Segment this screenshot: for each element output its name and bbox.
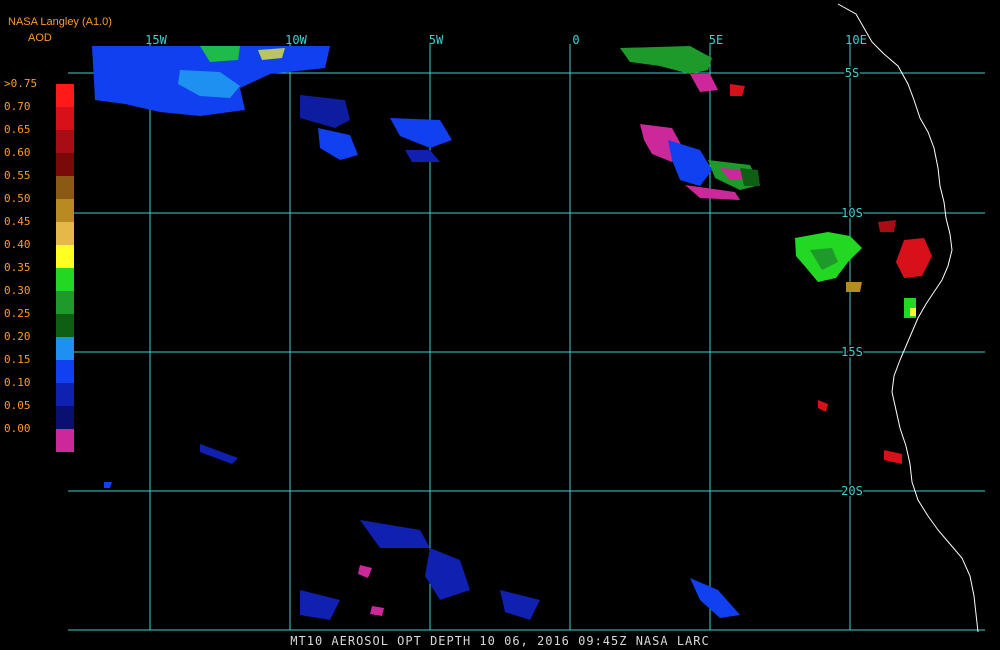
legend-label: 0.45 — [4, 215, 31, 228]
aerosol-retrieval-pixels — [92, 46, 932, 620]
legend-swatch — [56, 314, 74, 337]
aerosol-patch — [425, 548, 470, 600]
aerosol-patch — [730, 84, 745, 96]
aerosol-patch — [620, 46, 712, 74]
aerosol-patch — [390, 118, 452, 148]
aerosol-patch — [300, 95, 350, 128]
longitude-label: 10W — [285, 33, 307, 47]
aerosol-patch — [104, 482, 112, 488]
legend-swatch — [56, 268, 74, 291]
legend-label: 0.10 — [4, 376, 31, 389]
legend-label: 0.20 — [4, 330, 31, 343]
aerosol-patch — [818, 400, 828, 412]
color-legend: >0.75 0.70 0.65 0.60 0.55 0.50 0.45 0.40 0.35 0.3… — [0, 77, 80, 452]
image-caption: MT10 AEROSOL OPT DEPTH 10 06, 2016 09:45… — [290, 634, 710, 648]
legend-label: 0.60 — [4, 146, 31, 159]
longitude-label: 15W — [145, 33, 167, 47]
legend-label: 0.35 — [4, 261, 31, 274]
legend-label: 0.55 — [4, 169, 31, 182]
legend-swatch — [56, 429, 74, 452]
legend-swatch — [56, 199, 74, 222]
aerosol-patch — [300, 590, 340, 620]
longitude-label: 0 — [572, 33, 579, 47]
aerosol-patch — [500, 590, 540, 620]
legend-swatch — [56, 360, 74, 383]
aerosol-patch — [360, 520, 430, 548]
legend-label: 0.65 — [4, 123, 31, 136]
legend-label: 0.30 — [4, 284, 31, 297]
latitude-label: 10S — [841, 206, 863, 220]
legend-swatch — [56, 291, 74, 314]
graticule-labels: 15W 10W 5W 0 5E 10E 5S 10S 15S 20S — [145, 33, 867, 500]
aerosol-patch — [668, 140, 712, 186]
aerosol-patch — [846, 282, 862, 292]
legend-label: 0.50 — [4, 192, 31, 205]
legend-swatch — [56, 337, 74, 360]
longitude-label: 5E — [709, 33, 723, 47]
aerosol-patch — [878, 220, 896, 232]
legend-swatch — [56, 406, 74, 429]
legend-swatch — [56, 383, 74, 406]
legend-label: >0.75 — [4, 77, 38, 90]
legend-label: 0.15 — [4, 353, 31, 366]
legend-label: 0.05 — [4, 399, 31, 412]
legend-swatch — [56, 222, 74, 245]
latitude-label: 15S — [841, 345, 863, 359]
legend-label: 0.40 — [4, 238, 31, 251]
aerosol-patch — [690, 578, 740, 618]
aerosol-patch — [405, 150, 440, 162]
longitude-label: 5W — [429, 33, 444, 47]
aerosol-patch — [884, 450, 902, 464]
aerosol-patch — [358, 565, 372, 578]
legend-swatch — [56, 176, 74, 199]
units-label: AOD — [28, 32, 52, 44]
legend-swatch — [56, 130, 74, 153]
aerosol-patch — [896, 238, 932, 278]
aerosol-patch — [370, 606, 384, 616]
aerosol-patch — [685, 185, 740, 200]
aod-map: 15W 10W 5W 0 5E 10E 5S 10S 15S 20S — [68, 3, 985, 633]
latitude-label: 20S — [841, 484, 863, 498]
aerosol-patch — [200, 444, 238, 464]
legend-swatch — [56, 245, 74, 268]
product-title: NASA Langley (A1.0) — [8, 16, 112, 28]
latitude-label: 5S — [845, 66, 859, 80]
graticule — [68, 44, 985, 631]
aerosol-patch — [318, 128, 358, 160]
legend-swatch — [56, 84, 74, 107]
legend-swatch — [56, 153, 74, 176]
aerosol-patch — [910, 308, 916, 316]
legend-label: 0.00 — [4, 422, 31, 435]
longitude-label: 10E — [845, 33, 867, 47]
legend-label: 0.70 — [4, 100, 31, 113]
aerosol-patch — [690, 74, 718, 92]
legend-swatch — [56, 107, 74, 130]
legend-label: 0.25 — [4, 307, 31, 320]
